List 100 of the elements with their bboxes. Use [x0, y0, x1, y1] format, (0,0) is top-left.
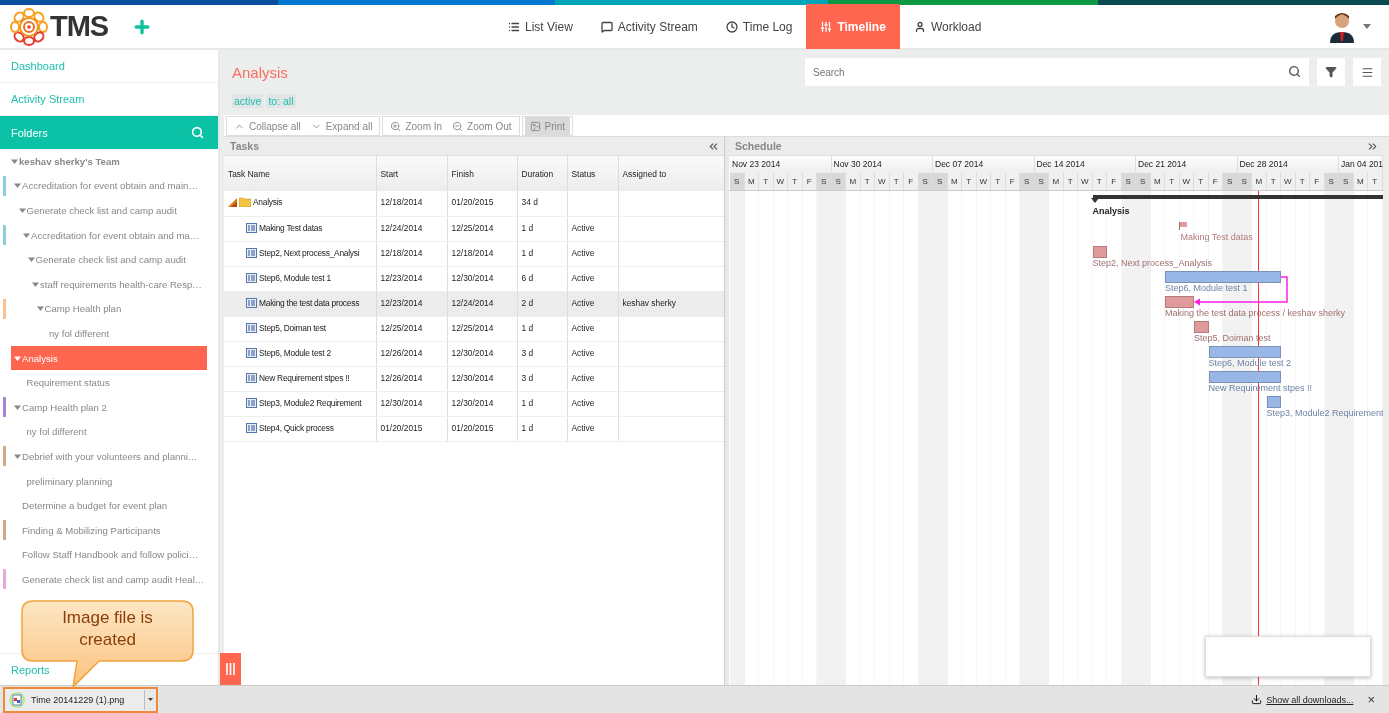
day-header: T [962, 173, 977, 190]
search-field[interactable]: Search [805, 58, 1309, 86]
tree-item[interactable]: Determine a budget for event plan [11, 493, 207, 518]
sidebar-link[interactable]: Reports [11, 663, 50, 676]
task-name: Making Test datas [259, 222, 323, 233]
filter-icon [1325, 66, 1337, 78]
table-row[interactable]: Step6, Module test 2 12/26/2014 12/30/2014 3 d Active [224, 341, 724, 366]
bar-label: Step2, Next process_Analysis [1092, 258, 1213, 268]
bar-label: Step3, Module2 Requirement [1266, 408, 1383, 418]
expand-triangle-icon[interactable] [228, 197, 237, 207]
task-icon [246, 297, 257, 308]
sidebar-link[interactable]: Dashboard [0, 50, 218, 83]
caret-icon[interactable] [36, 305, 44, 313]
bar-label: Making Test datas [1180, 232, 1253, 242]
tree-item[interactable]: Debrief with your volunteers and planni… [11, 444, 207, 469]
tree-item[interactable]: ny fol different [11, 419, 207, 445]
table-cell: 6 d [517, 266, 567, 291]
tree-item[interactable]: ny fol different [11, 321, 207, 346]
bar-label: Analysis [1092, 206, 1130, 216]
caret-icon[interactable] [14, 354, 21, 362]
tree-item[interactable]: staff requirements health-care Resp… [11, 271, 207, 297]
table-row[interactable]: New Requirement stpes !! 12/26/2014 12/30/2014 3 d Active [224, 366, 724, 391]
dropdown-button[interactable] [144, 689, 156, 710]
file-name: Time 20141229 (1).png [31, 694, 126, 705]
filter-button[interactable] [1317, 58, 1345, 86]
column-header[interactable]: Assigned to [618, 156, 724, 191]
task-name: Making the test data process [259, 297, 360, 308]
image-file-icon [9, 691, 25, 708]
table-cell: 12/26/2014 [376, 341, 447, 366]
table-cell: Active [567, 391, 618, 416]
table-row[interactable]: Making the test data process 12/23/2014 12/24/2014 2 d Active keshav sherky [224, 291, 724, 316]
day-header: W [1281, 173, 1296, 190]
day-header: S [1136, 173, 1151, 190]
flag-icon[interactable] [1178, 222, 1187, 230]
table-cell: Active [567, 316, 618, 341]
table-row[interactable]: Making Test datas 12/24/2014 12/25/2014 1 d Active [224, 216, 724, 241]
day-header: T [991, 173, 1006, 190]
table-cell: 12/24/2014 [376, 216, 447, 241]
download-item[interactable]: Time 20141229 (1).png [3, 686, 158, 713]
day-header: M [1252, 173, 1267, 190]
table-row[interactable]: Step6, Module test 1 12/23/2014 12/30/2014 6 d Active [224, 266, 724, 291]
task-name: Step3, Module2 Requirement [259, 397, 362, 408]
nav-tab[interactable]: Activity Stream [586, 4, 712, 49]
caret-icon[interactable] [23, 231, 30, 239]
table-cell: 12/18/2014 [376, 191, 447, 216]
caret-icon[interactable] [14, 403, 21, 411]
tree-item[interactable]: preliminary planning [11, 468, 207, 494]
nav-tab[interactable]: Timeline [806, 4, 900, 49]
table-row[interactable]: Analysis 12/18/2014 01/20/2015 34 d [224, 191, 724, 216]
caret-icon[interactable] [18, 207, 26, 214]
tree-item[interactable]: Requirement status [11, 370, 207, 395]
caret-icon[interactable] [27, 256, 35, 264]
timeline-icon [820, 20, 833, 33]
table-cell: 1 d [517, 391, 567, 416]
caret-icon[interactable] [1363, 24, 1371, 29]
bars-icon [226, 663, 235, 675]
show-all-downloads-link[interactable]: Show all downloads... [1266, 694, 1354, 705]
panel-title: Tasks [230, 140, 259, 152]
tree-item[interactable]: Accreditation for event obtain and main… [11, 173, 207, 199]
tree-item[interactable]: Generate check list and camp audit Heal… [11, 567, 207, 592]
table-row[interactable]: Step5, Doiman test 12/25/2014 12/25/2014 1 d Active [224, 316, 724, 341]
column-header[interactable]: Duration [517, 156, 567, 191]
table-row[interactable]: Step3, Module2 Requirement 12/30/2014 12/30/2014 1 d Active [224, 391, 724, 416]
tree-item[interactable]: Analysis [11, 345, 207, 371]
day-header: M [1049, 173, 1064, 190]
caret-icon[interactable] [32, 280, 39, 288]
task-name: Analysis [253, 197, 283, 207]
table-cell: 34 d [517, 191, 567, 216]
user-icon [913, 20, 926, 33]
search-icon[interactable] [1288, 65, 1301, 78]
tree-item[interactable]: Camp Health plan [11, 296, 207, 322]
menu-button[interactable] [1353, 58, 1381, 86]
nav-tab[interactable]: List View [494, 4, 587, 49]
callout-text: Image file is created [61, 607, 154, 651]
caret-icon[interactable] [14, 452, 21, 460]
column-header[interactable]: Status [567, 156, 618, 191]
tree-item[interactable]: Finding & Mobilizing Participants [11, 517, 207, 543]
tree-item[interactable]: Follow Staff Handbook and follow polici… [11, 542, 207, 568]
table-cell: 12/25/2014 [447, 216, 517, 241]
tree-item[interactable]: keshav sherky's Team [11, 149, 207, 174]
day-header: T [759, 173, 774, 190]
tree-item[interactable]: Generate check list and camp audit [11, 247, 207, 272]
tree-item[interactable]: Generate check list and camp audit [11, 198, 207, 223]
week-header: Jan 04 201 [1339, 156, 1383, 173]
table-row[interactable]: Step2, Next process_Analysi 12/18/2014 12/18/2014 1 d Active [224, 241, 724, 266]
column-header[interactable]: Task Name [224, 156, 376, 191]
task-icon [246, 397, 257, 408]
close-button[interactable]: × [1367, 692, 1375, 707]
nav-tab[interactable]: Workload [899, 4, 996, 49]
caret-icon[interactable] [14, 182, 21, 190]
column-header[interactable]: Start [376, 156, 447, 191]
avatar-icon[interactable] [1329, 10, 1355, 43]
table-row[interactable]: Step4, Quick process 01/20/2015 01/20/2015 1 d Active [224, 416, 724, 441]
tree-item[interactable]: Accreditation for event obtain and ma… [11, 222, 207, 248]
column-header[interactable]: Finish [447, 156, 517, 191]
tree-item[interactable]: Camp Health plan 2 [11, 394, 207, 420]
table-cell: Active [567, 266, 618, 291]
caret-icon[interactable] [11, 157, 18, 165]
panel-toggle-button[interactable] [220, 653, 241, 685]
nav-tab[interactable]: Time Log [711, 4, 807, 49]
